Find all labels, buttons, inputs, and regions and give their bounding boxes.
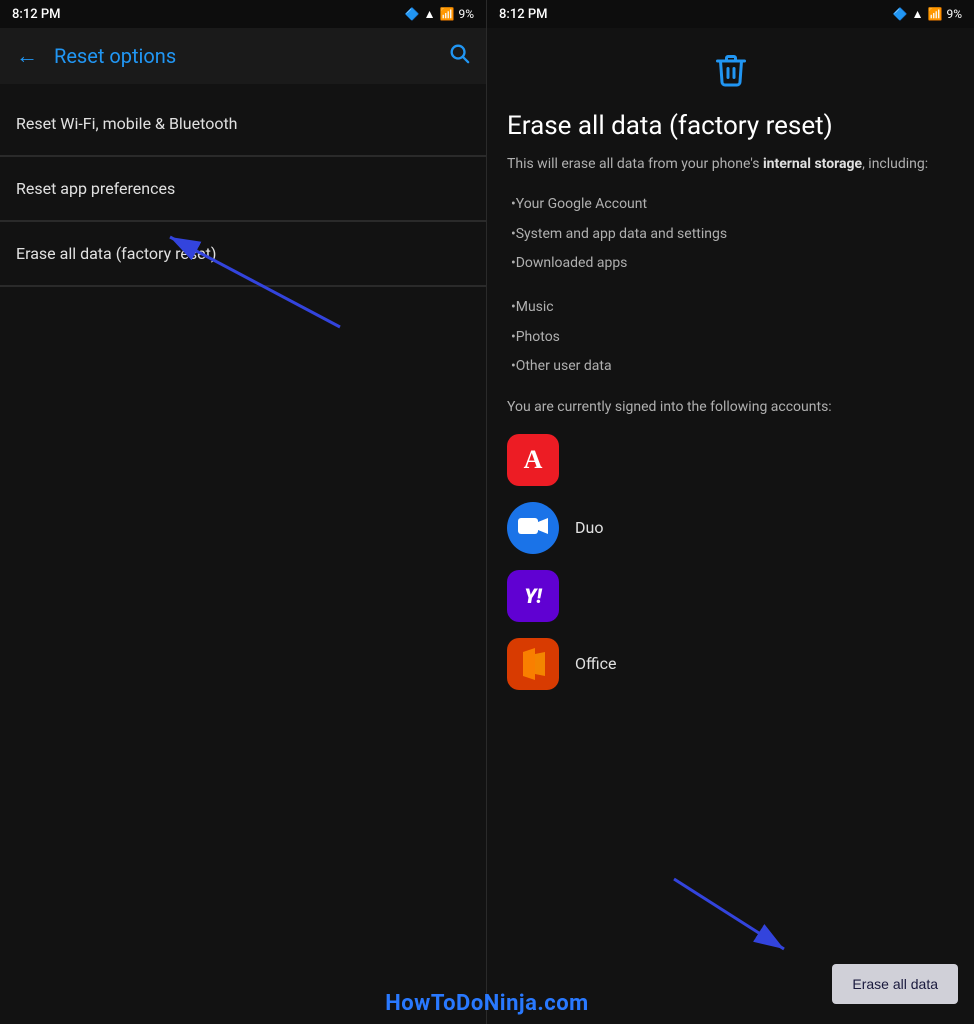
- left-status-bar: 8:12 PM 🔷 ▲ 📶 9%: [0, 0, 486, 28]
- yahoo-icon: Y!: [507, 570, 559, 622]
- menu-item-app-prefs[interactable]: Reset app preferences: [0, 157, 486, 221]
- account-adobe: A: [507, 434, 954, 486]
- office-label: Office: [575, 654, 617, 673]
- bullet-user-data: •Other user data: [507, 357, 954, 377]
- toolbar: ← Reset options: [0, 28, 486, 84]
- left-status-icons: 🔷 ▲ 📶 9%: [405, 7, 474, 21]
- factory-reset-desc: This will erase all data from your phone…: [507, 154, 954, 175]
- office-icon: [507, 638, 559, 690]
- right-content: Erase all data (factory reset) This will…: [487, 28, 974, 1024]
- account-yahoo: Y!: [507, 570, 954, 622]
- menu-list: Reset Wi-Fi, mobile & Bluetooth Reset ap…: [0, 84, 486, 1024]
- back-button[interactable]: ←: [16, 43, 38, 69]
- left-status-time: 8:12 PM: [12, 7, 61, 22]
- right-status-bar: 8:12 PM 🔷 ▲ 📶 9%: [487, 0, 974, 28]
- search-button[interactable]: [448, 42, 470, 70]
- menu-item-factory-reset[interactable]: Erase all data (factory reset): [0, 222, 486, 286]
- right-battery-icon: 9%: [946, 7, 962, 21]
- signal-icon: 📶: [440, 7, 455, 21]
- bullet-google-account: •Your Google Account: [507, 195, 954, 215]
- right-bluetooth-icon: 🔷: [893, 7, 908, 21]
- page-title: Reset options: [54, 44, 432, 68]
- account-office: Office: [507, 638, 954, 690]
- right-annotation-arrow: [654, 869, 814, 969]
- accounts-text: You are currently signed into the follow…: [507, 397, 954, 418]
- right-wifi-icon: ▲: [912, 7, 924, 21]
- bullet-system-data: •System and app data and settings: [507, 225, 954, 245]
- wifi-icon: ▲: [424, 7, 436, 21]
- right-status-time: 8:12 PM: [499, 7, 548, 22]
- duo-label: Duo: [575, 518, 603, 537]
- trash-icon: [507, 52, 954, 95]
- account-duo: Duo: [507, 502, 954, 554]
- bullet-photos: •Photos: [507, 328, 954, 348]
- adobe-icon: A: [507, 434, 559, 486]
- bullet-downloaded-apps: •Downloaded apps: [507, 254, 954, 274]
- duo-icon: [507, 502, 559, 554]
- bluetooth-icon: 🔷: [405, 7, 420, 21]
- battery-icon: 9%: [458, 7, 474, 21]
- bullet-music: •Music: [507, 298, 954, 318]
- right-status-icons: 🔷 ▲ 📶 9%: [893, 7, 962, 21]
- factory-reset-title: Erase all data (factory reset): [507, 111, 954, 142]
- right-signal-icon: 📶: [928, 7, 943, 21]
- menu-item-wifi-reset[interactable]: Reset Wi-Fi, mobile & Bluetooth: [0, 92, 486, 156]
- erase-all-data-button[interactable]: Erase all data: [832, 964, 958, 1004]
